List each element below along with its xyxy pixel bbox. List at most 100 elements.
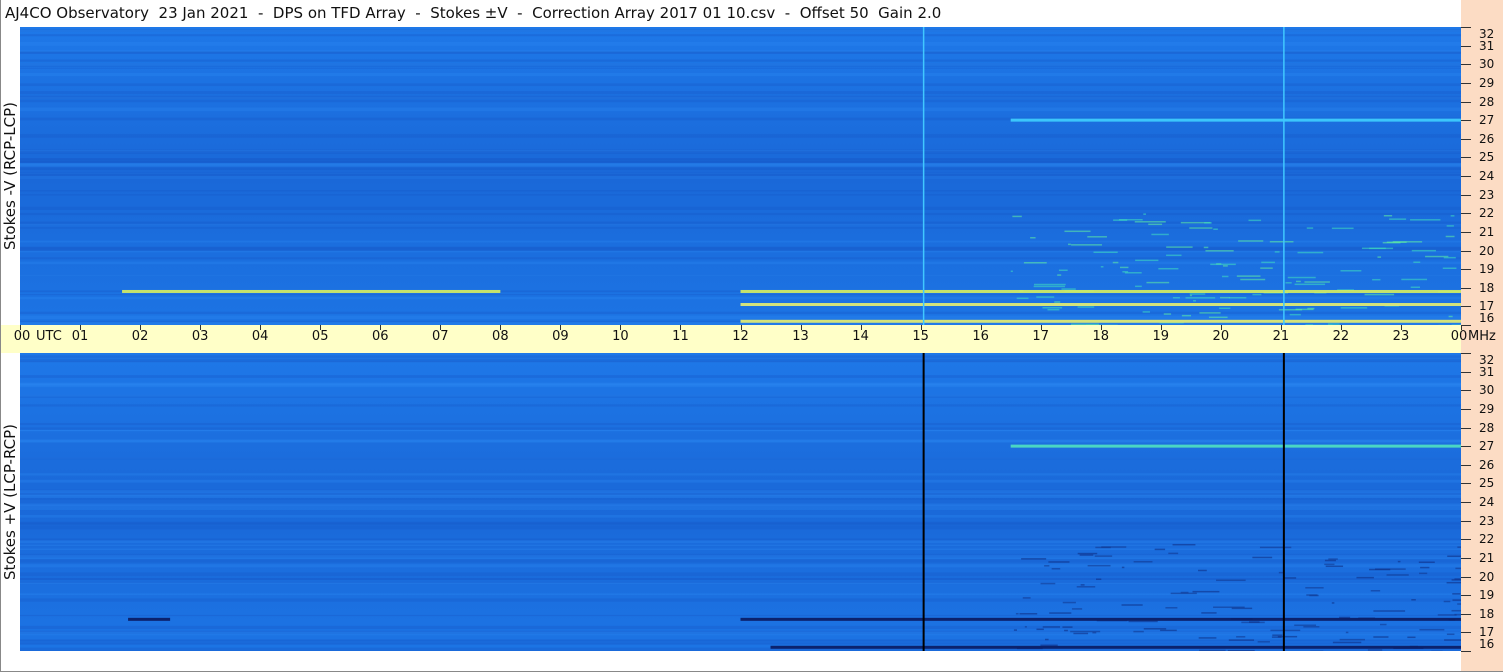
texture-band xyxy=(20,593,1461,596)
time-tick-label: 11 xyxy=(672,329,689,344)
freq-tick-label: 24 xyxy=(1479,169,1495,183)
noise-streak xyxy=(1228,639,1255,641)
noise-streak xyxy=(1446,225,1454,227)
chart-title: AJ4CO Observatory 23 Jan 2021 - DPS on T… xyxy=(0,0,1461,27)
noise-streak xyxy=(1135,285,1142,288)
noise-streak xyxy=(1210,263,1236,266)
noise-streak xyxy=(1010,270,1013,273)
noise-streak xyxy=(1397,560,1401,563)
freq-tick-label: 22 xyxy=(1479,532,1495,547)
noise-streak xyxy=(1380,623,1387,626)
texture-band xyxy=(20,457,1461,460)
noise-streak xyxy=(1411,249,1436,252)
noise-streak xyxy=(1113,219,1128,221)
signal-band xyxy=(1010,444,1461,448)
freq-tick-label: 28 xyxy=(1479,94,1495,109)
signal-band xyxy=(740,289,1461,293)
texture-band xyxy=(20,134,1461,138)
noise-streak xyxy=(1077,306,1095,308)
noise-streak xyxy=(1049,612,1072,614)
noise-streak xyxy=(1339,638,1365,641)
time-tick-label: 16 xyxy=(972,329,989,344)
noise-streak xyxy=(1294,283,1326,286)
texture-band xyxy=(20,172,1461,175)
noise-streak xyxy=(1208,316,1228,319)
noise-streak xyxy=(1198,569,1207,572)
texture-band xyxy=(20,223,1461,226)
noise-streak xyxy=(1413,261,1421,263)
noise-streak xyxy=(1198,637,1217,639)
noise-streak xyxy=(1450,215,1455,217)
texture-band xyxy=(20,489,1461,493)
noise-streak xyxy=(1077,552,1098,555)
texture-band xyxy=(20,294,1461,296)
noise-streak xyxy=(1166,246,1193,248)
texture-band xyxy=(20,525,1461,530)
noise-streak xyxy=(1305,587,1324,589)
noise-streak xyxy=(1135,259,1159,262)
noise-streak xyxy=(1285,282,1292,284)
texture-band xyxy=(20,631,1461,636)
noise-streak xyxy=(1345,631,1349,634)
noise-streak xyxy=(1022,597,1031,599)
noise-streak xyxy=(1287,276,1316,279)
freq-tick-mark xyxy=(1461,194,1471,196)
noise-streak xyxy=(1383,214,1393,217)
noise-streak xyxy=(1231,607,1253,610)
texture-band xyxy=(20,625,1461,630)
freq-tick-label: 20 xyxy=(1479,243,1495,258)
mhz-label: MHz xyxy=(1468,329,1496,344)
noise-streak xyxy=(1048,561,1070,563)
time-tick-label: 04 xyxy=(251,329,269,344)
noise-streak xyxy=(1079,554,1094,556)
noise-streak xyxy=(1328,558,1338,560)
noise-streak xyxy=(1095,546,1111,549)
signal-band xyxy=(740,303,1461,307)
texture-band xyxy=(20,540,1461,544)
time-tick-label: 17 xyxy=(1032,329,1049,344)
time-tick-label: 00 xyxy=(13,329,31,344)
noise-streak xyxy=(1051,568,1061,570)
texture-band xyxy=(20,404,1461,407)
bottom-panel-ylabel-text: Stokes +V (LCP-RCP) xyxy=(1,424,19,580)
texture-band xyxy=(20,29,1461,32)
freq-tick-mark xyxy=(1461,120,1471,122)
freq-tick-label: 16 xyxy=(1479,311,1495,325)
freq-tick-mark xyxy=(1461,390,1471,392)
freq-tick-mark xyxy=(1461,325,1471,326)
noise-streak xyxy=(1121,566,1125,569)
freq-tick-mark xyxy=(1461,353,1471,354)
noise-streak xyxy=(1269,240,1294,243)
noise-streak xyxy=(1087,236,1107,238)
top-panel-ylabel: Stokes -V (RCP-LCP) xyxy=(0,27,20,325)
noise-streak xyxy=(1236,636,1246,638)
time-tick-label: 02 xyxy=(131,329,149,344)
noise-streak xyxy=(1219,307,1231,310)
noise-streak xyxy=(1419,572,1428,575)
noise-streak xyxy=(1213,228,1218,230)
noise-streak xyxy=(1386,241,1407,244)
noise-streak xyxy=(1216,579,1246,582)
noise-streak xyxy=(1369,568,1391,571)
noise-streak xyxy=(1340,270,1362,272)
spectrogram-bottom xyxy=(20,353,1461,651)
freq-tick-mark xyxy=(1461,250,1471,252)
noise-streak xyxy=(1045,638,1049,641)
texture-band xyxy=(20,157,1461,161)
freq-tick-mark xyxy=(1461,557,1471,559)
texture-band xyxy=(20,521,1461,526)
spectrogram-bottom-panel xyxy=(20,353,1461,651)
time-tick-label: 03 xyxy=(191,329,209,344)
freq-tick-mark xyxy=(1461,651,1471,652)
texture-band xyxy=(20,59,1461,62)
noise-streak xyxy=(1252,293,1262,296)
freq-tick-mark xyxy=(1461,520,1471,522)
freq-tick-label: 28 xyxy=(1479,420,1495,435)
noise-streak xyxy=(1119,266,1129,269)
freq-tick-label: 29 xyxy=(1479,75,1495,90)
noise-streak xyxy=(1369,247,1394,250)
texture-band xyxy=(20,439,1461,442)
noise-streak xyxy=(1249,621,1260,623)
time-tick-label: 13 xyxy=(792,329,809,344)
noise-streak xyxy=(1142,311,1150,313)
